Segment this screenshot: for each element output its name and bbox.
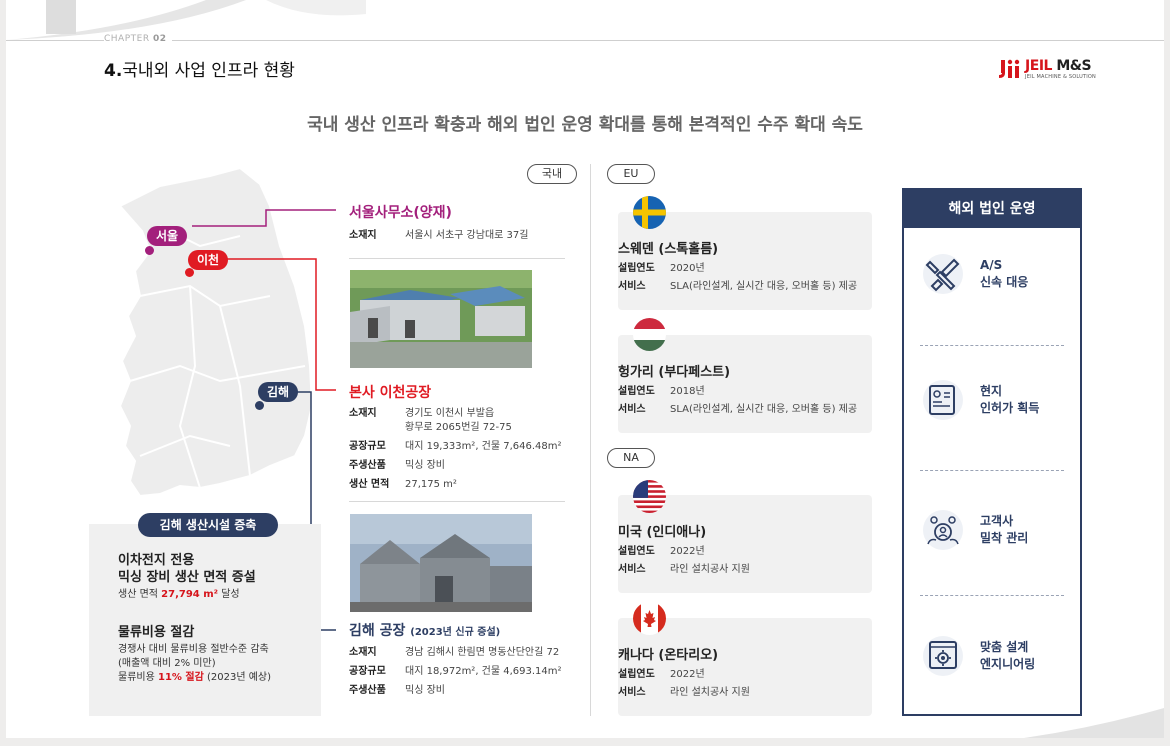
chapter-label: CHAPTER 02	[104, 34, 173, 44]
gimhae-row-scale: 공장규모 대지 18,972m², 건물 4,693.14m²	[349, 666, 562, 677]
expansion-block-logistics: 물류비용 절감 경쟁사 대비 물류비용 절반수준 감축 (매출액 대비 2% 미…	[118, 625, 272, 683]
eu-pill: EU	[607, 164, 655, 184]
logo-main: JEIL	[1025, 58, 1052, 74]
hungary-title: 헝가리 (부다페스트)	[618, 365, 731, 380]
ops-panel-title: 해외 법인 운영	[904, 190, 1080, 228]
divider	[920, 595, 1064, 596]
logo-sub: JEIL MACHINE & SOLUTION	[1025, 74, 1096, 80]
hungary-year: 설립연도 2018년	[618, 386, 705, 397]
icheon-row-address2: 황무로 2065번길 72-75	[405, 422, 512, 433]
icheon-map-label: 이천	[188, 250, 229, 270]
header-rule	[6, 40, 1164, 41]
sweden-service: 서비스 SLA(라인설계, 실시간 대응, 오버홀 등) 제공	[618, 281, 858, 292]
logo-accent: M&S	[1056, 58, 1092, 74]
divider	[349, 501, 565, 502]
korea-map	[118, 166, 314, 498]
company-logo: JEIL M&S JEIL MACHINE & SOLUTION	[999, 58, 1096, 80]
hungary-service: 서비스 SLA(라인설계, 실시간 대응, 오버홀 등) 제공	[618, 404, 858, 415]
customer-group-icon	[923, 510, 963, 550]
gimhae-map-label: 김해	[258, 382, 299, 402]
gimhae-row-product: 주생산품 믹싱 장비	[349, 685, 445, 696]
icheon-row-product: 주생산품 믹싱 장비	[349, 460, 445, 471]
page-title: 4.국내외 사업 인프라 현황	[104, 61, 295, 81]
seoul-office-title: 서울사무소(양재)	[349, 205, 452, 221]
slide-page: CHAPTER 02 4.국내외 사업 인프라 현황 JEIL M&S JEIL…	[6, 0, 1164, 738]
certificate-icon	[923, 380, 963, 420]
canada-service: 서비스 라인 설치공사 지원	[618, 687, 750, 698]
jeil-logo-icon	[999, 59, 1020, 78]
sweden-year: 설립연도 2020년	[618, 263, 705, 274]
icheon-dot	[185, 268, 194, 277]
gimhae-expansion-pill: 김해 생산시설 증축	[138, 513, 278, 537]
gimhae-factory-photo	[350, 514, 532, 612]
engineering-gear-icon	[923, 636, 963, 676]
sweden-flag-icon	[633, 196, 666, 229]
na-pill: NA	[607, 448, 655, 468]
expansion-block-area: 이차전지 전용 믹싱 장비 생산 면적 증설 생산 면적 27,794 m² 달…	[118, 553, 256, 600]
sweden-title: 스웨덴 (스톡홀름)	[618, 242, 719, 257]
icheon-row-address1: 소재지 경기도 이천시 부발읍	[349, 408, 495, 419]
gimhae-factory-title: 김해 공장 (2023년 신규 증설)	[349, 623, 501, 639]
canada-title: 캐나다 (온타리오)	[618, 648, 719, 663]
decorative-swoosh	[6, 0, 366, 40]
card-hungary	[618, 335, 872, 433]
divider	[920, 470, 1064, 471]
ops-item-as: A/S 신속 대응	[918, 252, 1068, 296]
column-divider	[590, 164, 591, 716]
ops-item-engineering: 맞춤 설계 엔지니어링	[918, 634, 1068, 678]
icheon-row-scale: 공장규모 대지 19,333m², 건물 7,646.48m²	[349, 441, 562, 452]
seoul-map-label: 서울	[147, 226, 188, 246]
overseas-ops-panel: 해외 법인 운영 A/S 신속 대응 현지 인허가 획득 고객사 밀착 관리 맞…	[902, 188, 1082, 716]
page-subtitle: 국내 생산 인프라 확충과 해외 법인 운영 확대를 통해 본격적인 수주 확대…	[307, 115, 863, 135]
gimhae-dot	[255, 401, 264, 410]
ops-item-customer: 고객사 밀착 관리	[918, 508, 1068, 552]
icheon-row-area: 생산 면적 27,175 m²	[349, 479, 457, 490]
canada-flag-icon	[633, 602, 666, 635]
seoul-office-address: 소재지 서울시 서초구 강남대로 37길	[349, 230, 529, 241]
divider	[349, 258, 565, 259]
ops-item-permit: 현지 인허가 획득	[918, 378, 1068, 422]
seoul-dot	[145, 246, 154, 255]
decorative-swoosh	[1024, 708, 1164, 738]
gimhae-row-address: 소재지 경남 김해시 한림면 명동산단안길 72	[349, 647, 560, 658]
usa-title: 미국 (인디애나)	[618, 525, 707, 540]
domestic-pill: 국내	[527, 164, 577, 184]
usa-year: 설립연도 2022년	[618, 546, 705, 557]
divider	[920, 345, 1064, 346]
hungary-flag-icon	[633, 318, 666, 351]
tools-icon	[923, 254, 963, 294]
usa-service: 서비스 라인 설치공사 지원	[618, 564, 750, 575]
icheon-hq-title: 본사 이천공장	[349, 385, 432, 401]
usa-flag-icon	[633, 480, 666, 513]
icheon-factory-photo	[350, 270, 532, 368]
canada-year: 설립연도 2022년	[618, 669, 705, 680]
